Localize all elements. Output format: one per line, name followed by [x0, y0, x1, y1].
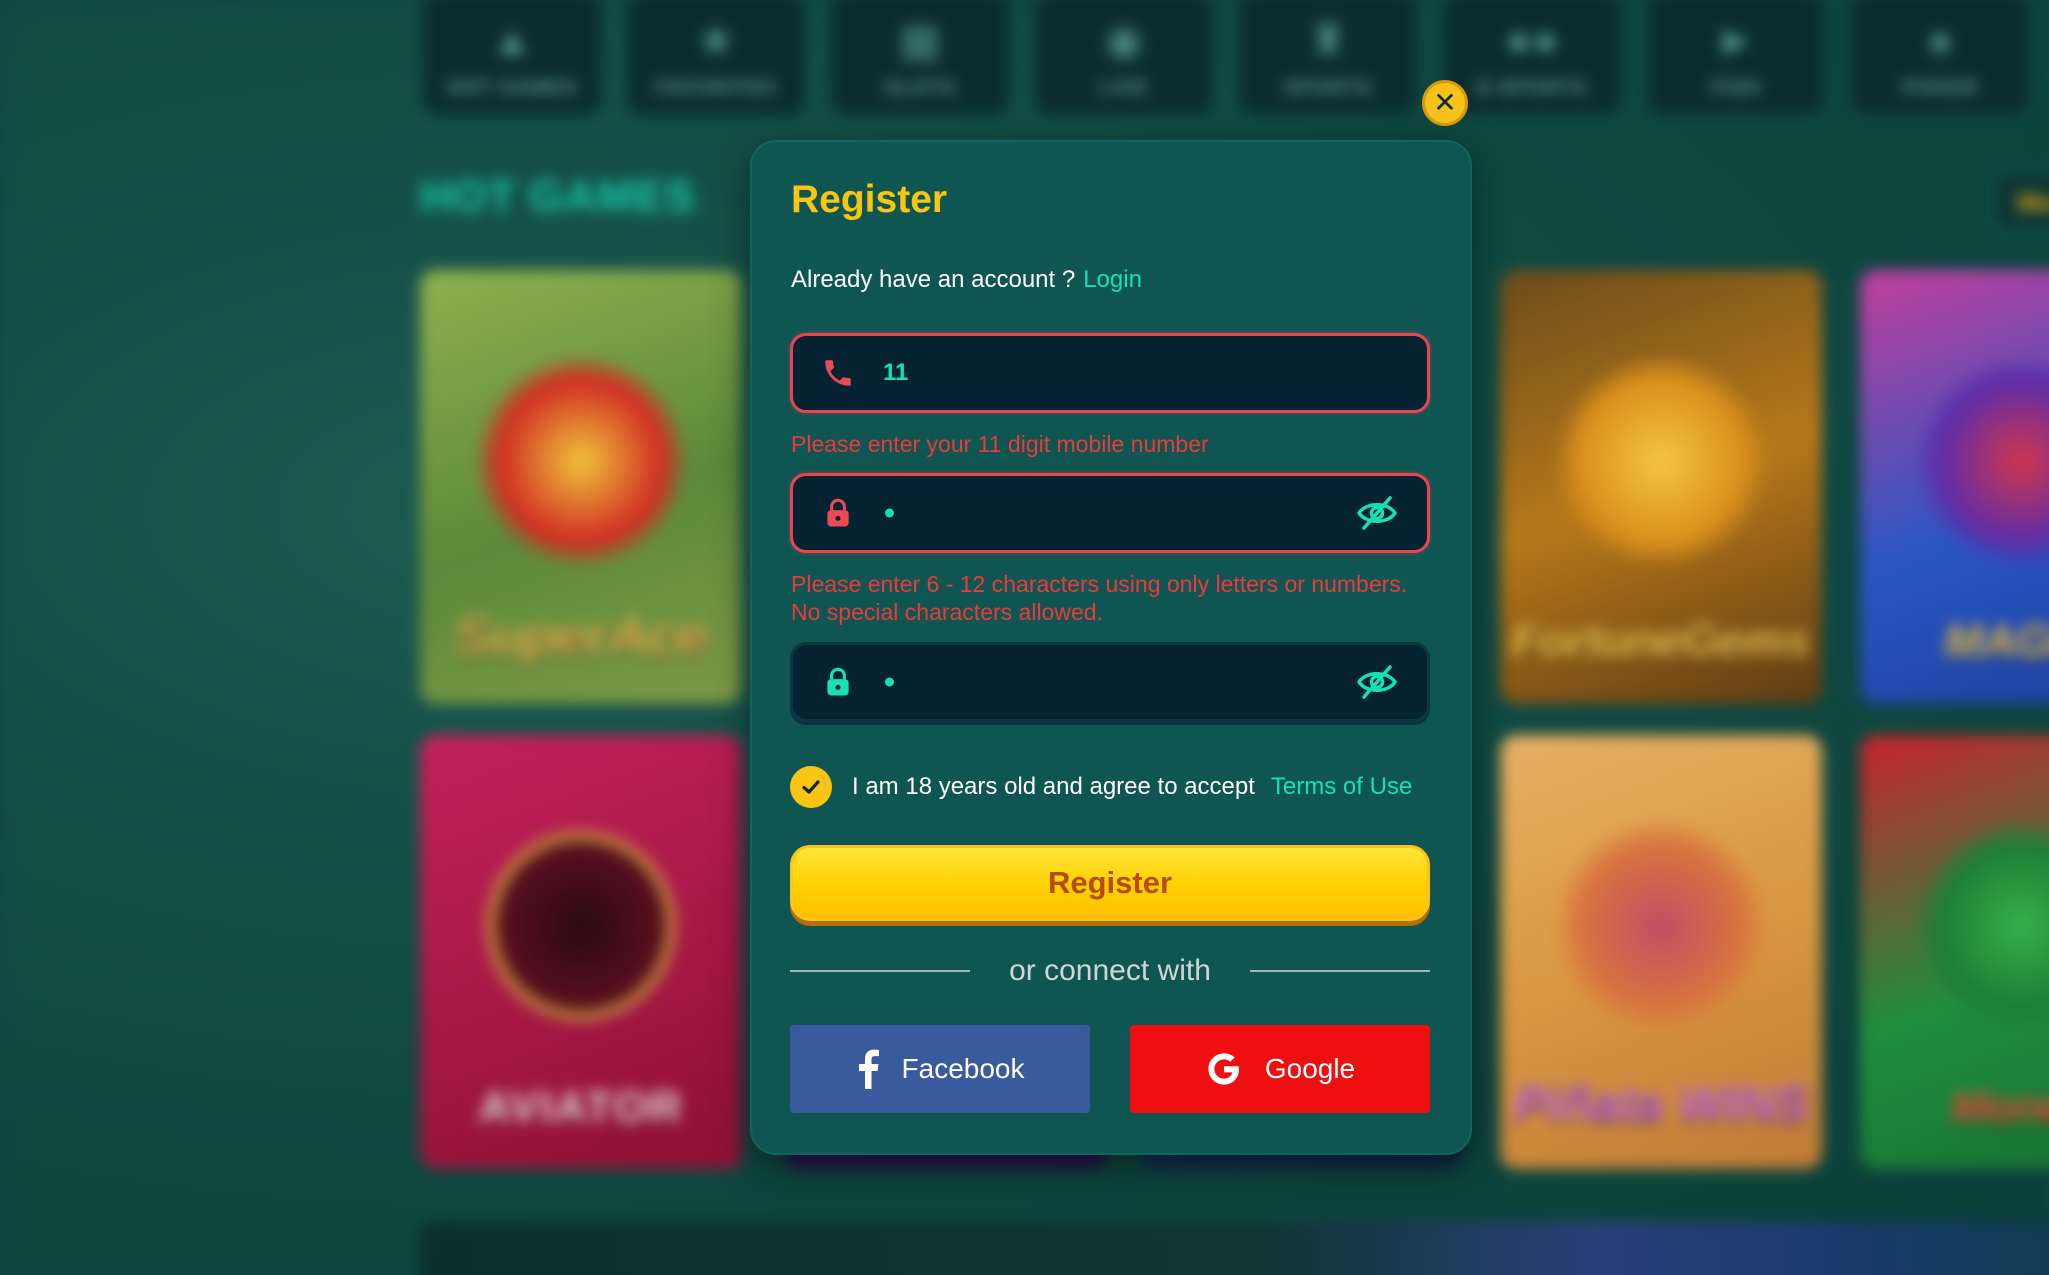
confirm-password-field[interactable] [790, 642, 1430, 722]
terms-checkbox[interactable] [790, 766, 832, 808]
google-button[interactable]: Google [1130, 1025, 1430, 1113]
register-modal: Register Already have an account ? Login … [750, 140, 1472, 1155]
facebook-icon [858, 1049, 879, 1089]
more-button[interactable]: Mo [1992, 170, 2049, 232]
game-name: AVIATOR [478, 1083, 684, 1132]
category-tab-favorites[interactable]: ★ FAVORITES [624, 0, 808, 118]
game-card-aviator[interactable]: AVIATOR [420, 735, 742, 1169]
category-bar: ▲ HOT GAMES ★ FAVORITES ▦ SLOTS ◉ LIVE ♜… [420, 0, 2032, 118]
cards-icon: ♠ [1928, 15, 1952, 65]
phone-icon [825, 360, 851, 386]
login-link[interactable]: Login [1083, 266, 1142, 293]
facebook-button[interactable]: Facebook [790, 1025, 1090, 1113]
category-tab-slots[interactable]: ▦ SLOTS [828, 0, 1012, 118]
social-divider: or connect with [790, 950, 1430, 990]
terms-text: I am 18 years old and agree to accept [852, 773, 1255, 800]
fish-icon: ► [1714, 15, 1758, 65]
category-label: POKER [1901, 76, 1979, 99]
category-label: E-SPORTS [1476, 76, 1588, 99]
eye-slash-icon[interactable] [1355, 493, 1399, 533]
chip-icon: ◉ [1104, 15, 1144, 65]
game-name: Money [1951, 1083, 2049, 1132]
game-art [1916, 355, 2049, 566]
login-prompt-text: Already have an account ? [791, 266, 1076, 293]
game-art [1916, 820, 2049, 1031]
category-label: SLOTS [884, 76, 956, 99]
game-art [1556, 820, 1766, 1031]
close-button[interactable]: ✕ [1422, 80, 1468, 126]
category-tab-poker[interactable]: ♠ POKER [1848, 0, 2032, 118]
trophy-icon: ♜ [1308, 15, 1348, 65]
close-icon: ✕ [1433, 87, 1457, 118]
star-icon: ★ [696, 15, 736, 65]
registration-screen: ▲ HOT GAMES ★ FAVORITES ▦ SLOTS ◉ LIVE ♜… [0, 0, 2049, 1275]
password-error: Please enter 6 - 12 characters using onl… [791, 571, 1408, 625]
category-tab-hot-games[interactable]: ▲ HOT GAMES [420, 0, 604, 118]
game-art [1556, 355, 1766, 566]
bottom-banner-strip [420, 1222, 2049, 1275]
divider-line [1250, 970, 1430, 972]
game-art [476, 355, 686, 566]
facebook-label: Facebook [901, 1053, 1025, 1084]
lock-icon [827, 667, 849, 696]
eye-slash-icon[interactable] [1355, 662, 1399, 702]
register-button[interactable]: Register [790, 845, 1430, 921]
game-name: Piñata WINS [1513, 1076, 1809, 1132]
game-name: FortuneGems [1511, 615, 1811, 667]
phone-field[interactable]: 11 [790, 333, 1430, 413]
game-card-fortune-gems[interactable]: FortuneGems [1500, 270, 1822, 704]
game-name: SuperAce [454, 607, 708, 667]
category-tab-fish[interactable]: ► FISH [1644, 0, 1828, 118]
section-title: HOT GAMES [420, 172, 696, 221]
game-card-pinata-wins[interactable]: Piñata WINS [1500, 735, 1822, 1169]
google-icon [1208, 1053, 1239, 1085]
terms-of-use-link[interactable]: Terms of Use [1271, 773, 1412, 801]
game-card-money[interactable]: Money [1860, 735, 2049, 1169]
password-mask [885, 508, 894, 518]
game-card-superace[interactable]: SuperAce [420, 270, 742, 704]
category-label: LIVE [1099, 76, 1149, 99]
google-label: Google [1264, 1053, 1356, 1084]
category-label: SPORTS [1283, 76, 1373, 99]
category-tab-sports[interactable]: ♜ SPORTS [1236, 0, 1420, 118]
terms-row: I am 18 years old and agree to accept Te… [790, 765, 1412, 809]
game-art [476, 820, 686, 1031]
game-card-magic[interactable]: MAGIC [1860, 270, 2049, 704]
category-label: FAVORITES [655, 76, 777, 99]
confirm-password-mask [885, 677, 894, 687]
phone-error: Please enter your 11 digit mobile number [791, 431, 1209, 457]
lock-icon [827, 498, 849, 527]
category-label: FISH [1711, 76, 1761, 99]
slot-icon: ▦ [899, 15, 941, 65]
category-label: HOT GAMES [446, 76, 578, 99]
password-field[interactable] [790, 473, 1430, 553]
gamepad-icon: ●● [1505, 15, 1559, 65]
game-name: MAGIC [1944, 615, 2049, 667]
phone-value: 11 [883, 359, 909, 386]
category-tab-live[interactable]: ◉ LIVE [1032, 0, 1216, 118]
modal-title: Register [791, 178, 948, 221]
login-prompt: Already have an account ? Login [791, 266, 1142, 294]
checkmark-icon [802, 780, 820, 794]
flame-icon: ▲ [490, 15, 534, 65]
